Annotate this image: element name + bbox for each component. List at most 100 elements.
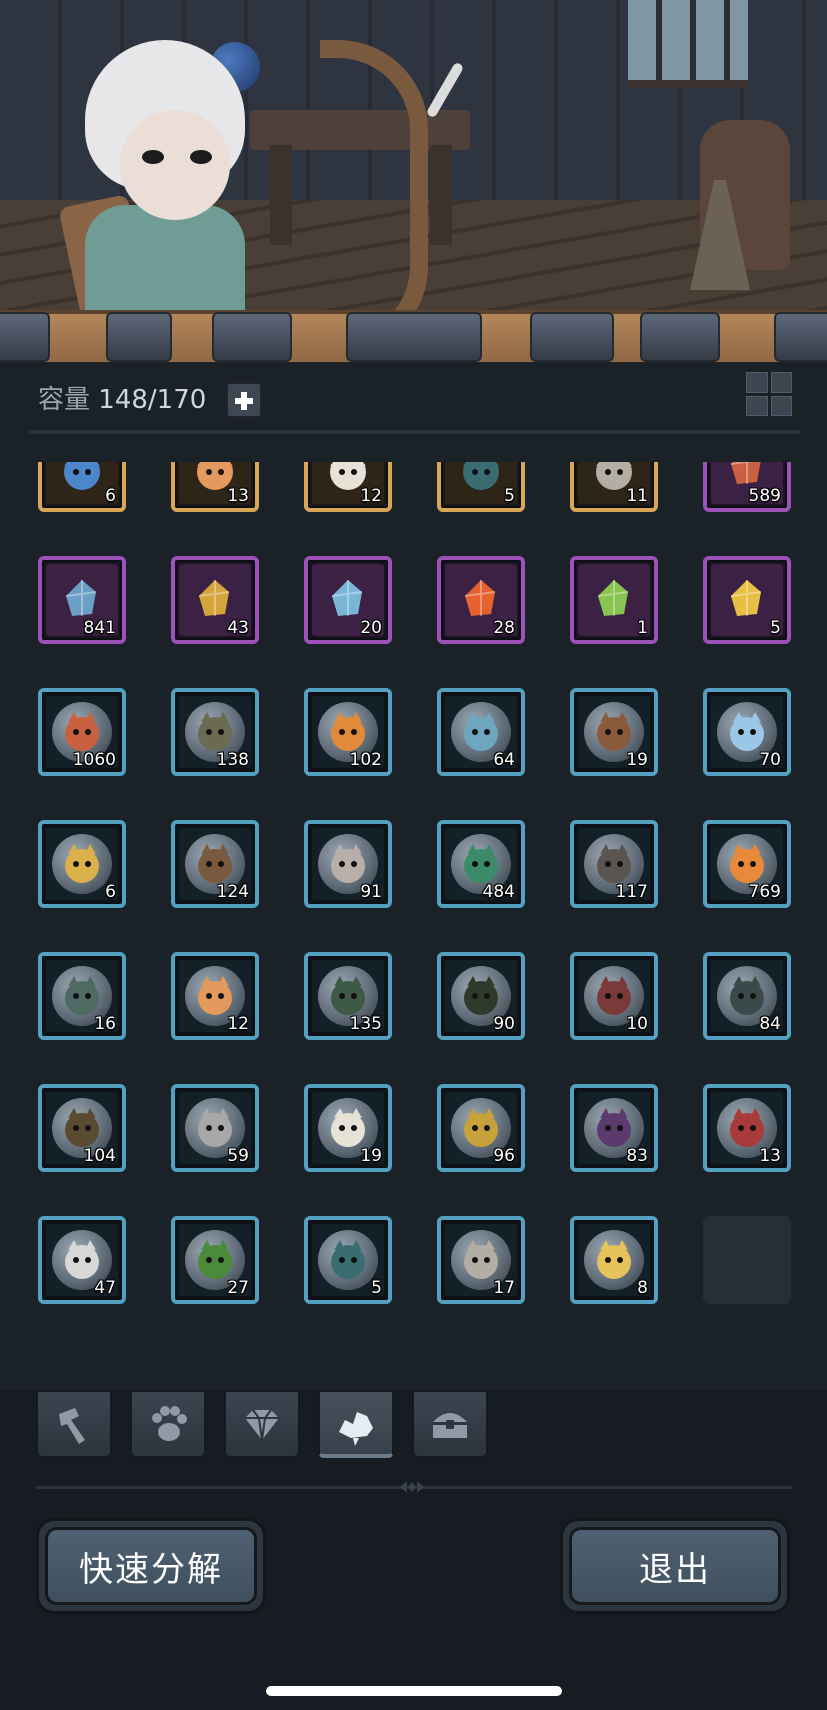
item-quantity: 83: [626, 1146, 648, 1166]
item-slot[interactable]: 6: [38, 462, 126, 512]
item-quantity: 102: [349, 750, 382, 770]
item-quantity: 1: [637, 618, 648, 638]
item-slot[interactable]: 17: [437, 1216, 525, 1304]
item-slot[interactable]: 19: [304, 1084, 392, 1172]
character-eye: [142, 150, 164, 164]
item-slot[interactable]: 28: [437, 556, 525, 644]
item-quantity: 27: [227, 1278, 249, 1298]
item-quantity: 96: [493, 1146, 515, 1166]
item-quantity: 19: [360, 1146, 382, 1166]
blue-crystal-star-icon: [64, 462, 100, 490]
item-slot[interactable]: 1060: [38, 688, 126, 776]
item-quantity: 64: [493, 750, 515, 770]
item-slot[interactable]: 27: [171, 1216, 259, 1304]
item-quantity: 11: [626, 486, 648, 506]
item-quantity: 769: [748, 882, 781, 902]
stone-block: [530, 312, 614, 362]
tab-equipment[interactable]: [36, 1390, 112, 1458]
item-slot[interactable]: 84: [703, 952, 791, 1040]
dark-mage-portrait-icon: [331, 1240, 365, 1279]
item-slot[interactable]: 124: [171, 820, 259, 908]
item-quantity: 484: [482, 882, 515, 902]
item-slot[interactable]: 20: [304, 556, 392, 644]
tab-gems[interactable]: [224, 1390, 300, 1458]
item-slot[interactable]: 6: [38, 820, 126, 908]
item-slot[interactable]: 104: [38, 1084, 126, 1172]
item-slot[interactable]: 769: [703, 820, 791, 908]
item-slot[interactable]: 64: [437, 688, 525, 776]
item-slot[interactable]: 484: [437, 820, 525, 908]
tab-chests[interactable]: [412, 1390, 488, 1458]
exit-button[interactable]: 退出: [560, 1518, 790, 1614]
item-slot[interactable]: 13: [171, 462, 259, 512]
item-quantity: 135: [349, 1014, 382, 1034]
capacity-label: 容量: [38, 385, 91, 415]
gem-icon: [245, 1409, 279, 1441]
item-slot[interactable]: 90: [437, 952, 525, 1040]
item-quantity: 70: [759, 750, 781, 770]
grid-icon-cell: [746, 372, 768, 393]
item-slot[interactable]: 19: [570, 688, 658, 776]
item-slot[interactable]: 5: [437, 462, 525, 512]
gold-star-icon: [730, 580, 762, 616]
item-slot[interactable]: 1: [570, 556, 658, 644]
golden-elf-icon: [65, 844, 99, 883]
item-slot[interactable]: 83: [570, 1084, 658, 1172]
item-quantity: 90: [493, 1014, 515, 1034]
item-quantity: 10: [626, 1014, 648, 1034]
item-slot[interactable]: 59: [171, 1084, 259, 1172]
home-indicator[interactable]: [266, 1686, 562, 1696]
item-slot[interactable]: 135: [304, 952, 392, 1040]
treasure-chest-icon: [433, 1413, 467, 1438]
item-quantity: 13: [227, 486, 249, 506]
desk-leg: [270, 145, 292, 245]
desk-leg: [430, 145, 452, 245]
item-slot[interactable]: 589: [703, 462, 791, 512]
item-slot[interactable]: 10: [570, 952, 658, 1040]
item-slot[interactable]: 96: [437, 1084, 525, 1172]
cabin-window: [628, 0, 748, 88]
item-grid[interactable]: 6 13 12 5 11 589 841 43 20 28 1 5 1060 138 102 64 19 70 6 1…: [0, 462, 827, 1390]
golden-helmet-icon: [597, 1240, 631, 1279]
quick-decompose-button-face: 快速分解: [45, 1527, 257, 1605]
item-slot[interactable]: 70: [703, 688, 791, 776]
item-slot[interactable]: 8: [570, 1216, 658, 1304]
item-slot[interactable]: 13: [703, 1084, 791, 1172]
item-slot[interactable]: 841: [38, 556, 126, 644]
expand-capacity-button[interactable]: [226, 382, 262, 418]
stone-block: [640, 312, 720, 362]
item-quantity: 5: [504, 486, 515, 506]
item-slot[interactable]: 102: [304, 688, 392, 776]
capacity-display: 容量 148/170: [38, 380, 206, 420]
item-slot[interactable]: 138: [171, 688, 259, 776]
item-quantity: 17: [493, 1278, 515, 1298]
grid-view-toggle-button[interactable]: [746, 372, 792, 416]
item-slot[interactable]: 91: [304, 820, 392, 908]
bow: [320, 40, 428, 356]
tab-materials[interactable]: [318, 1390, 394, 1458]
grid-icon-cell: [746, 395, 768, 416]
exit-button-face: 退出: [569, 1527, 781, 1605]
item-quantity: 6: [105, 486, 116, 506]
grid-icon-cell: [770, 372, 792, 393]
item-quantity: 8: [637, 1278, 648, 1298]
item-slot[interactable]: 43: [171, 556, 259, 644]
hammer-icon: [59, 1408, 85, 1444]
stone-block: [212, 312, 292, 362]
ore-shards-icon: [339, 1412, 373, 1446]
tab-pets[interactable]: [130, 1390, 206, 1458]
item-quantity: 104: [83, 1146, 116, 1166]
item-slot[interactable]: 16: [38, 952, 126, 1040]
item-slot[interactable]: 12: [171, 952, 259, 1040]
quick-decompose-button[interactable]: 快速分解: [36, 1518, 266, 1614]
item-slot[interactable]: 5: [703, 556, 791, 644]
character-eye: [190, 150, 212, 164]
item-slot[interactable]: 11: [570, 462, 658, 512]
item-slot[interactable]: 117: [570, 820, 658, 908]
empty-slot[interactable]: [703, 1216, 791, 1304]
item-quantity: 43: [227, 618, 249, 638]
item-slot[interactable]: 47: [38, 1216, 126, 1304]
item-slot[interactable]: 5: [304, 1216, 392, 1304]
item-slot[interactable]: 12: [304, 462, 392, 512]
quick-decompose-label: 快速分解: [79, 1549, 223, 1590]
